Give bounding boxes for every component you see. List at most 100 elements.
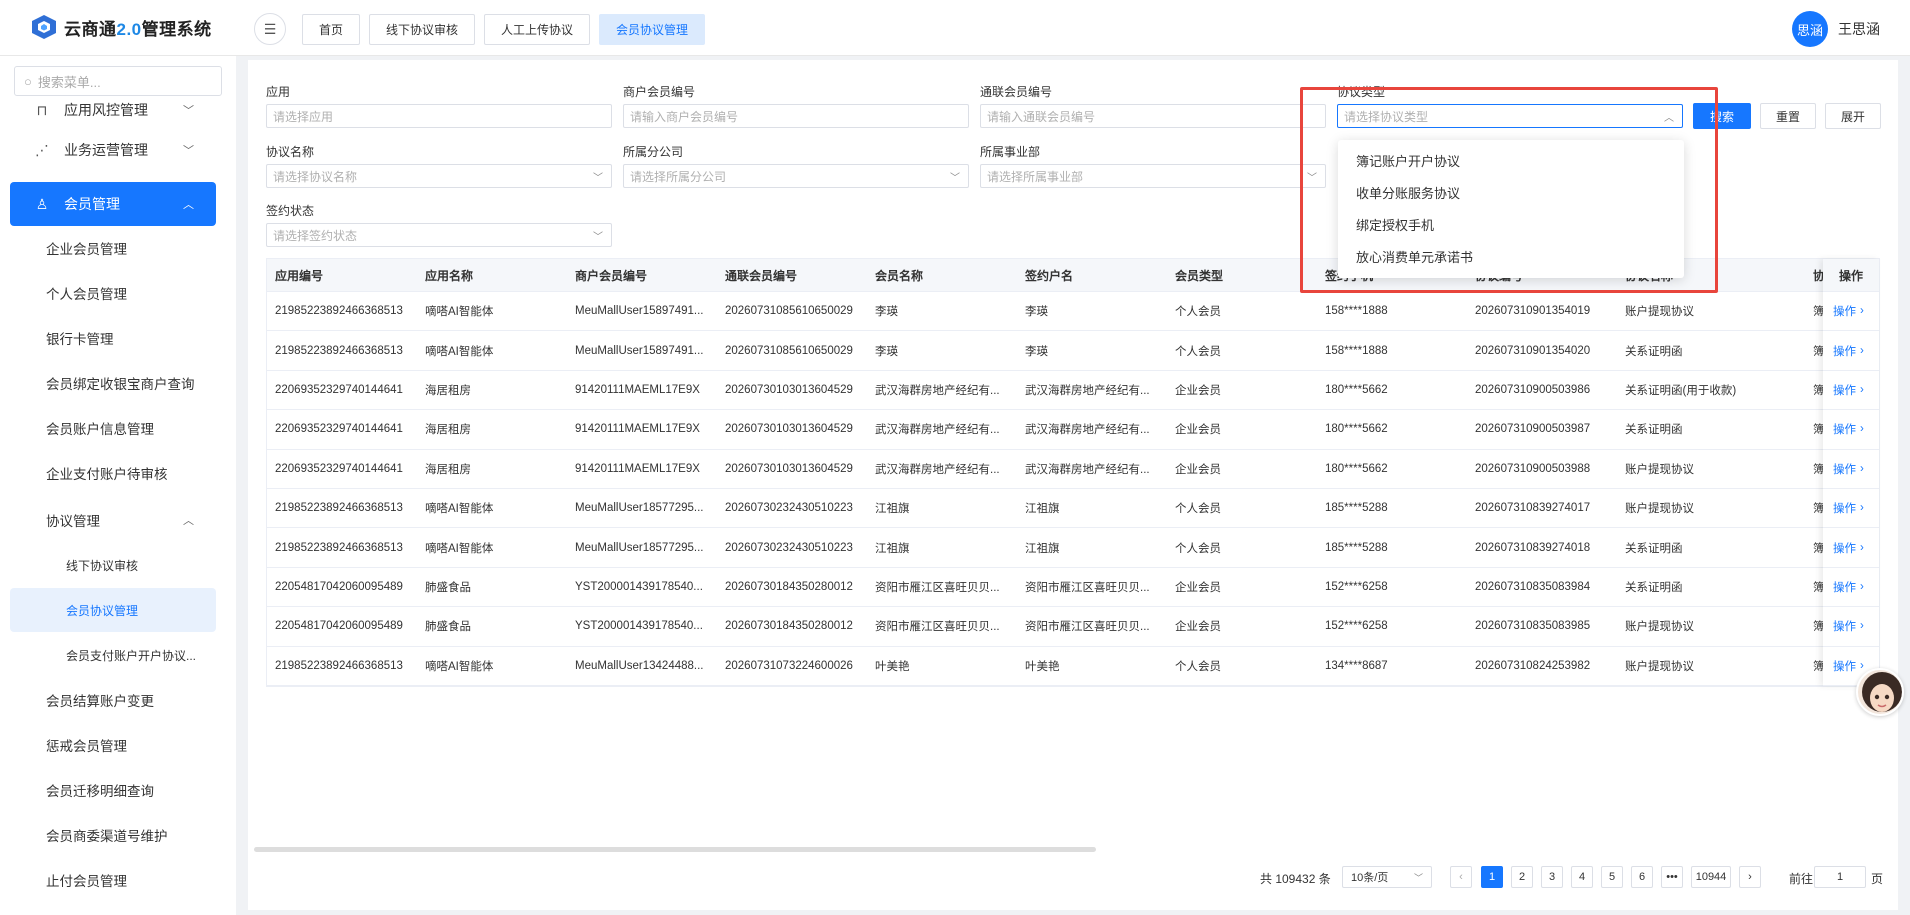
- operation-link[interactable]: 操作 ›: [1823, 607, 1879, 647]
- cell-app-id: 21985223892466368513: [275, 344, 403, 357]
- assistant-avatar[interactable]: [1856, 668, 1904, 716]
- cell-app-id: 2198522389246636851​3: [275, 305, 403, 318]
- page-2[interactable]: 2: [1511, 866, 1533, 888]
- cell-sign-phone: 180****5662: [1325, 383, 1388, 396]
- page-last[interactable]: 10944: [1691, 866, 1731, 888]
- tab-member-agreement-management[interactable]: 会员协议管理: [599, 14, 706, 45]
- operation-link[interactable]: 操作 ›: [1823, 450, 1879, 489]
- app-logo[interactable]: 云商通2.0管理系统: [30, 14, 212, 40]
- cell-merchant-no: MeuMallUser13424488...: [575, 659, 704, 672]
- cell-app-name: 海居租房: [425, 384, 471, 397]
- page-1[interactable]: 1: [1481, 866, 1503, 888]
- cell-member-type: 企业会员: [1175, 621, 1221, 634]
- sidebar-sub-enterprise-pending[interactable]: 企业支付账户待审核: [10, 451, 216, 495]
- operation-link[interactable]: 操作 ›: [1823, 410, 1879, 450]
- operation-label: 操作: [1833, 424, 1856, 437]
- cell-member-type: 个人会员: [1175, 306, 1221, 319]
- operation-link[interactable]: 操作 ›: [1823, 292, 1879, 332]
- sign-status-select[interactable]: 请选择签约状态 ﹀: [266, 223, 612, 247]
- page-3[interactable]: 3: [1541, 866, 1563, 888]
- col-tonglian-no: 通联会员编号: [725, 268, 798, 283]
- col-app-name: 应用名称: [425, 268, 474, 283]
- app-select-placeholder: 请选择应用: [273, 109, 334, 124]
- sidebar-sub-disciplinary[interactable]: 惩戒会员管理: [10, 723, 216, 767]
- operation-link[interactable]: 操作 ›: [1823, 489, 1879, 529]
- cell-tonglian-no: 20260730232430510223: [725, 502, 853, 515]
- cell-sign-name: 叶美艳: [1025, 660, 1060, 673]
- cell-agreement-name: 关系证明函: [1625, 581, 1683, 594]
- user-icon: ♙: [35, 195, 49, 212]
- tab-manual-upload-agreement[interactable]: 人工上传协议: [484, 14, 591, 45]
- cell-agreement-no: 202607310900503988: [1475, 462, 1591, 475]
- page-unit-label: 页: [1871, 872, 1884, 886]
- sidebar-sub-migration[interactable]: 会员迁移明细查询: [10, 768, 216, 812]
- sidebar-sub-personal-member[interactable]: 个人会员管理: [10, 271, 216, 315]
- branch-placeholder: 请选择所属分公司: [630, 169, 727, 184]
- sidebar-sub3-offline-review[interactable]: 线下协议审核: [10, 543, 216, 587]
- sidebar-sub3-account-opening[interactable]: 会员支付账户开户协议...: [10, 633, 216, 677]
- app-label: 应用: [266, 85, 291, 99]
- tab-home[interactable]: 首页: [302, 14, 361, 45]
- annotation-highlight-box: [1300, 87, 1718, 293]
- expand-button[interactable]: 展开: [1825, 103, 1881, 129]
- sidebar-sub-cashier-binding[interactable]: 会员绑定收银宝商户查询: [10, 361, 216, 405]
- cell-agreement-name: 账户提现协议: [1625, 660, 1694, 673]
- cell-agreement-name: 账户提现协议: [1625, 503, 1694, 516]
- page-6[interactable]: 6: [1631, 866, 1653, 888]
- sidebar-sub-suspended[interactable]: 止付会员管理: [10, 858, 216, 902]
- cell-app-id: 22054817042060095489: [275, 620, 403, 633]
- cell-member-type: 企业会员: [1175, 384, 1221, 397]
- reset-button[interactable]: 重置: [1760, 103, 1816, 129]
- page-5[interactable]: 5: [1601, 866, 1623, 888]
- sidebar-sub-enterprise-member[interactable]: 企业会员管理: [10, 226, 216, 270]
- division-select[interactable]: 请选择所属事业部 ﹀: [980, 164, 1326, 188]
- sidebar-item-member-management[interactable]: ♙ 会员管理 ︿: [10, 182, 216, 226]
- sidebar-item-risk-control[interactable]: ⊓ 应用风控管理 ﹀: [10, 88, 216, 132]
- operation-label: 操作: [1833, 384, 1856, 397]
- table-row: 21985223892466368513 嘀嗒AI智能体 MeuMallUser18…: [267, 489, 1879, 529]
- col-operation: 操作: [1823, 259, 1879, 292]
- avatar[interactable]: 思涵: [1792, 11, 1828, 47]
- merchant-no-input[interactable]: 请输入商户会员编号: [623, 104, 969, 128]
- page-size-select[interactable]: 10条/页 ﹀: [1342, 866, 1432, 888]
- sidebar-sub-agreement-management[interactable]: 协议管理 ︿: [10, 498, 216, 542]
- app-title: 云商通2.0管理系统: [64, 19, 212, 39]
- cell-tonglian-no: 20260730184350280012: [725, 620, 853, 633]
- cell-agreement-no: 202607310835083984: [1475, 580, 1591, 593]
- tonglian-no-input[interactable]: 请输入通联会员编号: [980, 104, 1326, 128]
- top-header: 云商通2.0管理系统 ☰ 首页 线下协议审核 人工上传协议 会员协议管理 思涵 …: [0, 0, 1910, 56]
- page-ellipsis[interactable]: •••: [1661, 866, 1683, 888]
- user-menu[interactable]: 思涵 王思涵: [1792, 11, 1880, 47]
- sidebar-sub-channel[interactable]: 会员商委渠道号维护: [10, 813, 216, 857]
- sidebar-sub-bank-card[interactable]: 银行卡管理: [10, 316, 216, 360]
- tab-offline-agreement-review[interactable]: 线下协议审核: [369, 14, 476, 45]
- cell-app-id: 22069352329740144641: [275, 462, 403, 475]
- next-page-button[interactable]: ›: [1739, 866, 1761, 888]
- operation-link[interactable]: 操作 ›: [1823, 371, 1879, 411]
- table-body: 2198522389246636851​3 嘀嗒AI智能体 MeuMallUser1…: [267, 292, 1879, 686]
- branch-select[interactable]: 请选择所属分公司 ﹀: [623, 164, 969, 188]
- agreement-name-select[interactable]: 请选择协议名称 ﹀: [266, 164, 612, 188]
- cell-tonglian-no: 20260730103013604529: [725, 462, 853, 475]
- cell-app-id: 22069352329740144641: [275, 383, 403, 396]
- goto-page-input[interactable]: 1: [1814, 866, 1866, 888]
- app-select[interactable]: 请选择应用: [266, 104, 612, 128]
- sidebar-sub-account-info[interactable]: 会员账户信息管理: [10, 406, 216, 450]
- operation-link[interactable]: 操作 ›: [1823, 528, 1879, 568]
- prev-page-button[interactable]: ‹: [1450, 866, 1472, 888]
- cell-member-type: 个人会员: [1175, 503, 1221, 516]
- username[interactable]: 王思涵: [1838, 19, 1880, 39]
- page-4[interactable]: 4: [1571, 866, 1593, 888]
- menu-toggle-button[interactable]: ☰: [254, 13, 286, 45]
- sign-status-placeholder: 请选择签约状态: [273, 228, 358, 243]
- operation-link[interactable]: 操作 ›: [1823, 568, 1879, 608]
- cell-app-name: 肺盛食品: [425, 621, 471, 634]
- division-placeholder: 请选择所属事业部: [987, 169, 1084, 184]
- cell-app-name: 嘀嗒AI智能体: [425, 306, 494, 319]
- sidebar-item-operations[interactable]: ⋰ 业务运营管理 ﹀: [10, 128, 216, 172]
- sidebar-sub3-member-agreement[interactable]: 会员协议管理: [10, 588, 216, 632]
- operation-link[interactable]: 操作 ›: [1823, 331, 1879, 371]
- cell-tonglian-no: 20260730232430510223: [725, 541, 853, 554]
- sidebar-sub-settlement-change[interactable]: 会员结算账户变更: [10, 678, 216, 722]
- horizontal-scrollbar[interactable]: [254, 847, 1096, 852]
